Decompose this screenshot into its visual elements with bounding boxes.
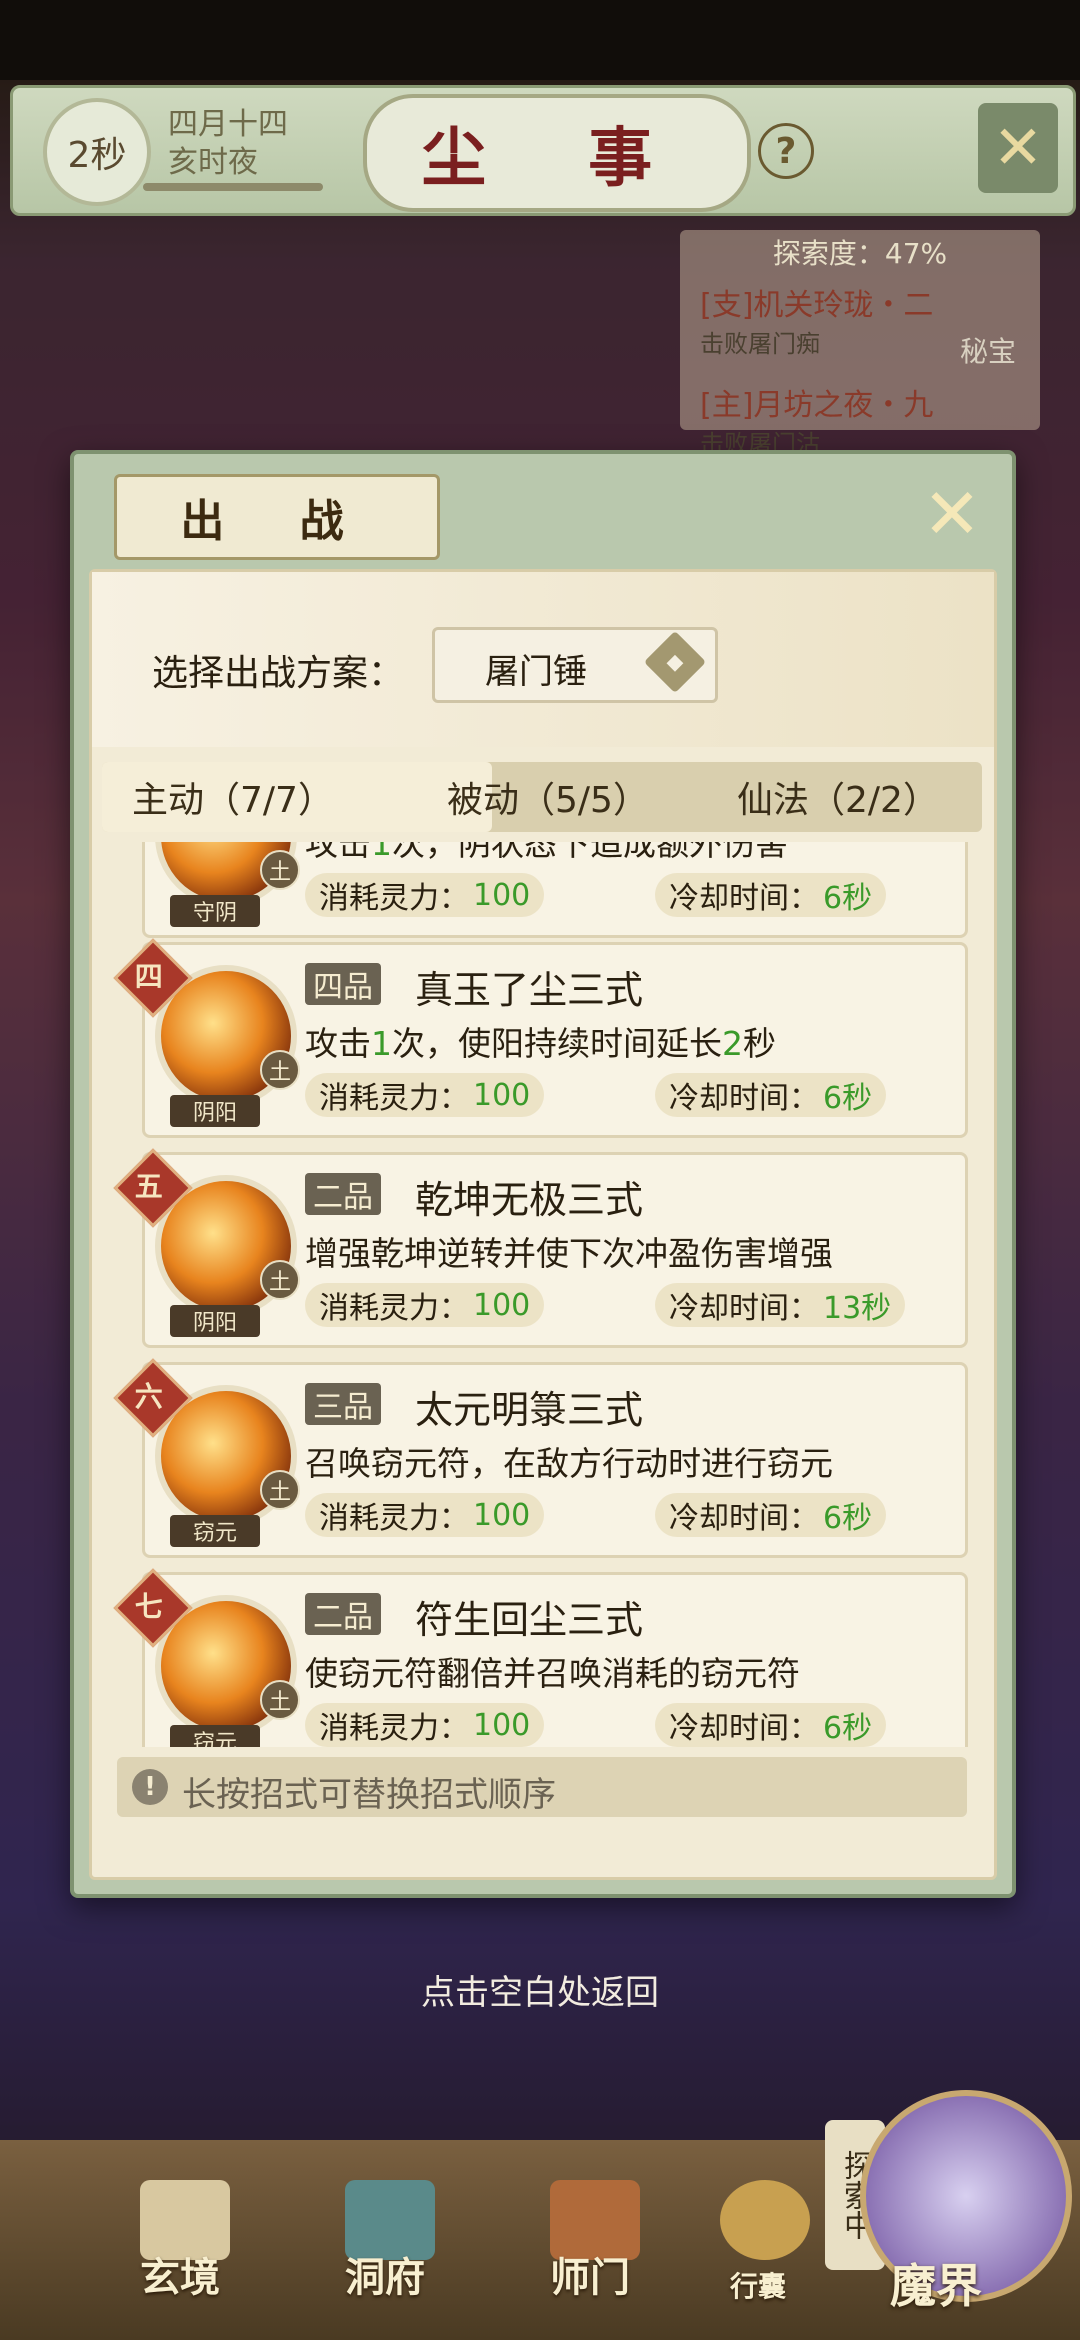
skill-desc: 攻击1次，阴状态下造成额外伤害: [305, 842, 788, 863]
game-date: 四月十四 亥时夜: [168, 106, 288, 182]
demon-realm-label[interactable]: 魔界: [890, 2250, 982, 2316]
plan-row: 选择出战方案： 屠门锤 ◆: [92, 572, 994, 747]
close-icon[interactable]: ✕: [978, 103, 1058, 193]
tip-text: 长按招式可替换招式顺序: [182, 1775, 556, 1815]
cooldown-pill: 冷却时间： 6秒: [655, 1073, 887, 1117]
nav-shimen[interactable]: 师门: [550, 2245, 630, 2303]
skill-tabs: 主动（7/7） 被动（5/5） 仙法（2/2）: [102, 762, 982, 832]
chevron-down-icon: ◆: [643, 630, 707, 694]
cost-pill: 消耗灵力： 100: [305, 873, 545, 917]
skill-type: 守阴: [170, 895, 260, 927]
grade-badge: 二品: [305, 1593, 381, 1635]
skill-list[interactable]: 土 守阴 攻击1次，阴状态下造成额外伤害 消耗灵力： 100 冷却时间： 6秒 四 …: [112, 842, 972, 1747]
help-button[interactable]: ?: [758, 123, 814, 179]
bag-icon: [720, 2180, 810, 2260]
element-icon: 土: [260, 1680, 300, 1720]
skill-type: 阴阳: [170, 1305, 260, 1337]
battle-dialog: 出 战 ✕ 选择出战方案： 屠门锤 ◆ 主动（7/7） 被动（5/5） 仙法（2…: [70, 450, 1016, 1898]
explore-progress: 探索度：47%: [772, 237, 948, 270]
skill-card[interactable]: 四 土 阴阳 四品 真玉了尘三式 攻击1次，使阳持续时间延长2秒 消耗灵力： 10…: [113, 938, 968, 1138]
tip-bar: ! 长按招式可替换招式顺序: [117, 1757, 967, 1817]
skill-desc: 召唤窃元符，在敌方行动时进行窃元: [305, 1444, 833, 1483]
skill-card[interactable]: 土 守阴 攻击1次，阴状态下造成额外伤害 消耗灵力： 100 冷却时间： 6秒: [142, 842, 968, 938]
skill-name: 真玉了尘三式: [415, 968, 644, 1012]
cooldown-pill: 冷却时间： 6秒: [655, 1703, 887, 1747]
plan-value: 屠门锤: [485, 652, 587, 692]
quest-title: [支]机关玲珑・二: [700, 288, 934, 323]
time-progress-bar: [143, 183, 323, 191]
skill-name: 太元明箓三式: [415, 1388, 644, 1432]
skill-card[interactable]: 七 土 窃元 二品 符生回尘三式 使窃元符翻倍并召唤消耗的窃元符 消耗灵力： 10…: [113, 1568, 968, 1747]
nav-dongfu[interactable]: 洞府: [345, 2245, 425, 2303]
tab-active-skills[interactable]: 主动（7/7）: [102, 762, 492, 832]
element-icon: 土: [260, 1260, 300, 1300]
cost-pill: 消耗灵力： 100: [305, 1703, 545, 1747]
cooldown-pill: 冷却时间： 6秒: [655, 873, 887, 917]
back-hint[interactable]: 点击空白处返回: [340, 1965, 740, 2014]
tab-passive-skills[interactable]: 被动（5/5）: [447, 762, 649, 832]
dialog-close-icon[interactable]: ✕: [912, 473, 992, 555]
grade-badge: 二品: [305, 1173, 381, 1215]
plan-label: 选择出战方案：: [152, 653, 405, 694]
element-icon: 土: [260, 1470, 300, 1510]
timer-badge: 2秒: [43, 98, 151, 206]
plan-select[interactable]: 屠门锤 ◆: [432, 627, 718, 703]
element-icon: 土: [260, 1050, 300, 1090]
nav-xuanjing[interactable]: 玄境: [140, 2245, 220, 2303]
skill-type: 窃元: [170, 1725, 260, 1747]
dialog-title: 出 战: [114, 474, 440, 560]
skill-desc: 使窃元符翻倍并召唤消耗的窃元符: [305, 1654, 800, 1693]
skill-desc: 攻击1次，使阳持续时间延长2秒: [305, 1024, 776, 1063]
tab-spells[interactable]: 仙法（2/2）: [737, 762, 939, 832]
cooldown-pill: 冷却时间： 13秒: [655, 1283, 906, 1327]
skill-type: 窃元: [170, 1515, 260, 1547]
skill-name: 符生回尘三式: [415, 1598, 644, 1642]
cost-pill: 消耗灵力： 100: [305, 1073, 545, 1117]
nav-xingnang[interactable]: 行囊: [730, 2265, 786, 2305]
skill-type: 阴阳: [170, 1095, 260, 1127]
page-title: 尘 事: [363, 94, 751, 212]
element-icon: 土: [260, 850, 300, 890]
quest-extra: 秘宝: [960, 335, 1017, 368]
quest-item[interactable]: [主]月坊之夜・九 击败屠门沽: [700, 380, 1030, 459]
cooldown-pill: 冷却时间： 6秒: [655, 1493, 887, 1537]
grade-badge: 三品: [305, 1383, 381, 1425]
grade-badge: 四品: [305, 963, 381, 1005]
info-icon: !: [132, 1769, 168, 1805]
cost-pill: 消耗灵力： 100: [305, 1283, 545, 1327]
skill-desc: 增强乾坤逆转并使下次冲盈伤害增强: [305, 1234, 833, 1273]
skill-name: 乾坤无极三式: [415, 1178, 644, 1222]
quest-title: [主]月坊之夜・九: [700, 388, 934, 423]
skill-card[interactable]: 五 土 阴阳 二品 乾坤无极三式 增强乾坤逆转并使下次冲盈伤害增强 消耗灵力： 1…: [113, 1148, 968, 1348]
dialog-body: 选择出战方案： 屠门锤 ◆ 主动（7/7） 被动（5/5） 仙法（2/2） 土 …: [89, 569, 997, 1880]
skill-card[interactable]: 六 土 窃元 三品 太元明箓三式 召唤窃元符，在敌方行动时进行窃元 消耗灵力： 1…: [113, 1358, 968, 1558]
cost-pill: 消耗灵力： 100: [305, 1493, 545, 1537]
date-day: 四月十四: [168, 107, 288, 142]
top-bar: 2秒 四月十四 亥时夜 尘 事 ? ✕: [10, 85, 1076, 216]
date-time: 亥时夜: [168, 145, 258, 180]
